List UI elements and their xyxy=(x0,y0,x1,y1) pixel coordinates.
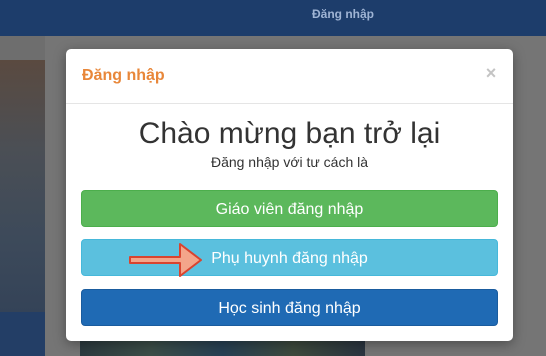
teacher-login-button[interactable]: Giáo viên đăng nhập xyxy=(81,190,498,227)
login-as-subtitle: Đăng nhập với tư cách là xyxy=(210,154,369,170)
login-modal: Đăng nhập × Chào mừng bạn trở lại Đăng n… xyxy=(66,49,513,341)
student-login-button[interactable]: Học sinh đăng nhập xyxy=(81,289,498,326)
modal-title: Đăng nhập xyxy=(82,67,165,84)
close-icon[interactable]: × xyxy=(483,63,499,83)
welcome-heading: Chào mừng bạn trở lại xyxy=(138,117,441,150)
arrow-right-icon xyxy=(129,243,202,277)
modal-header: Đăng nhập × xyxy=(66,49,513,104)
